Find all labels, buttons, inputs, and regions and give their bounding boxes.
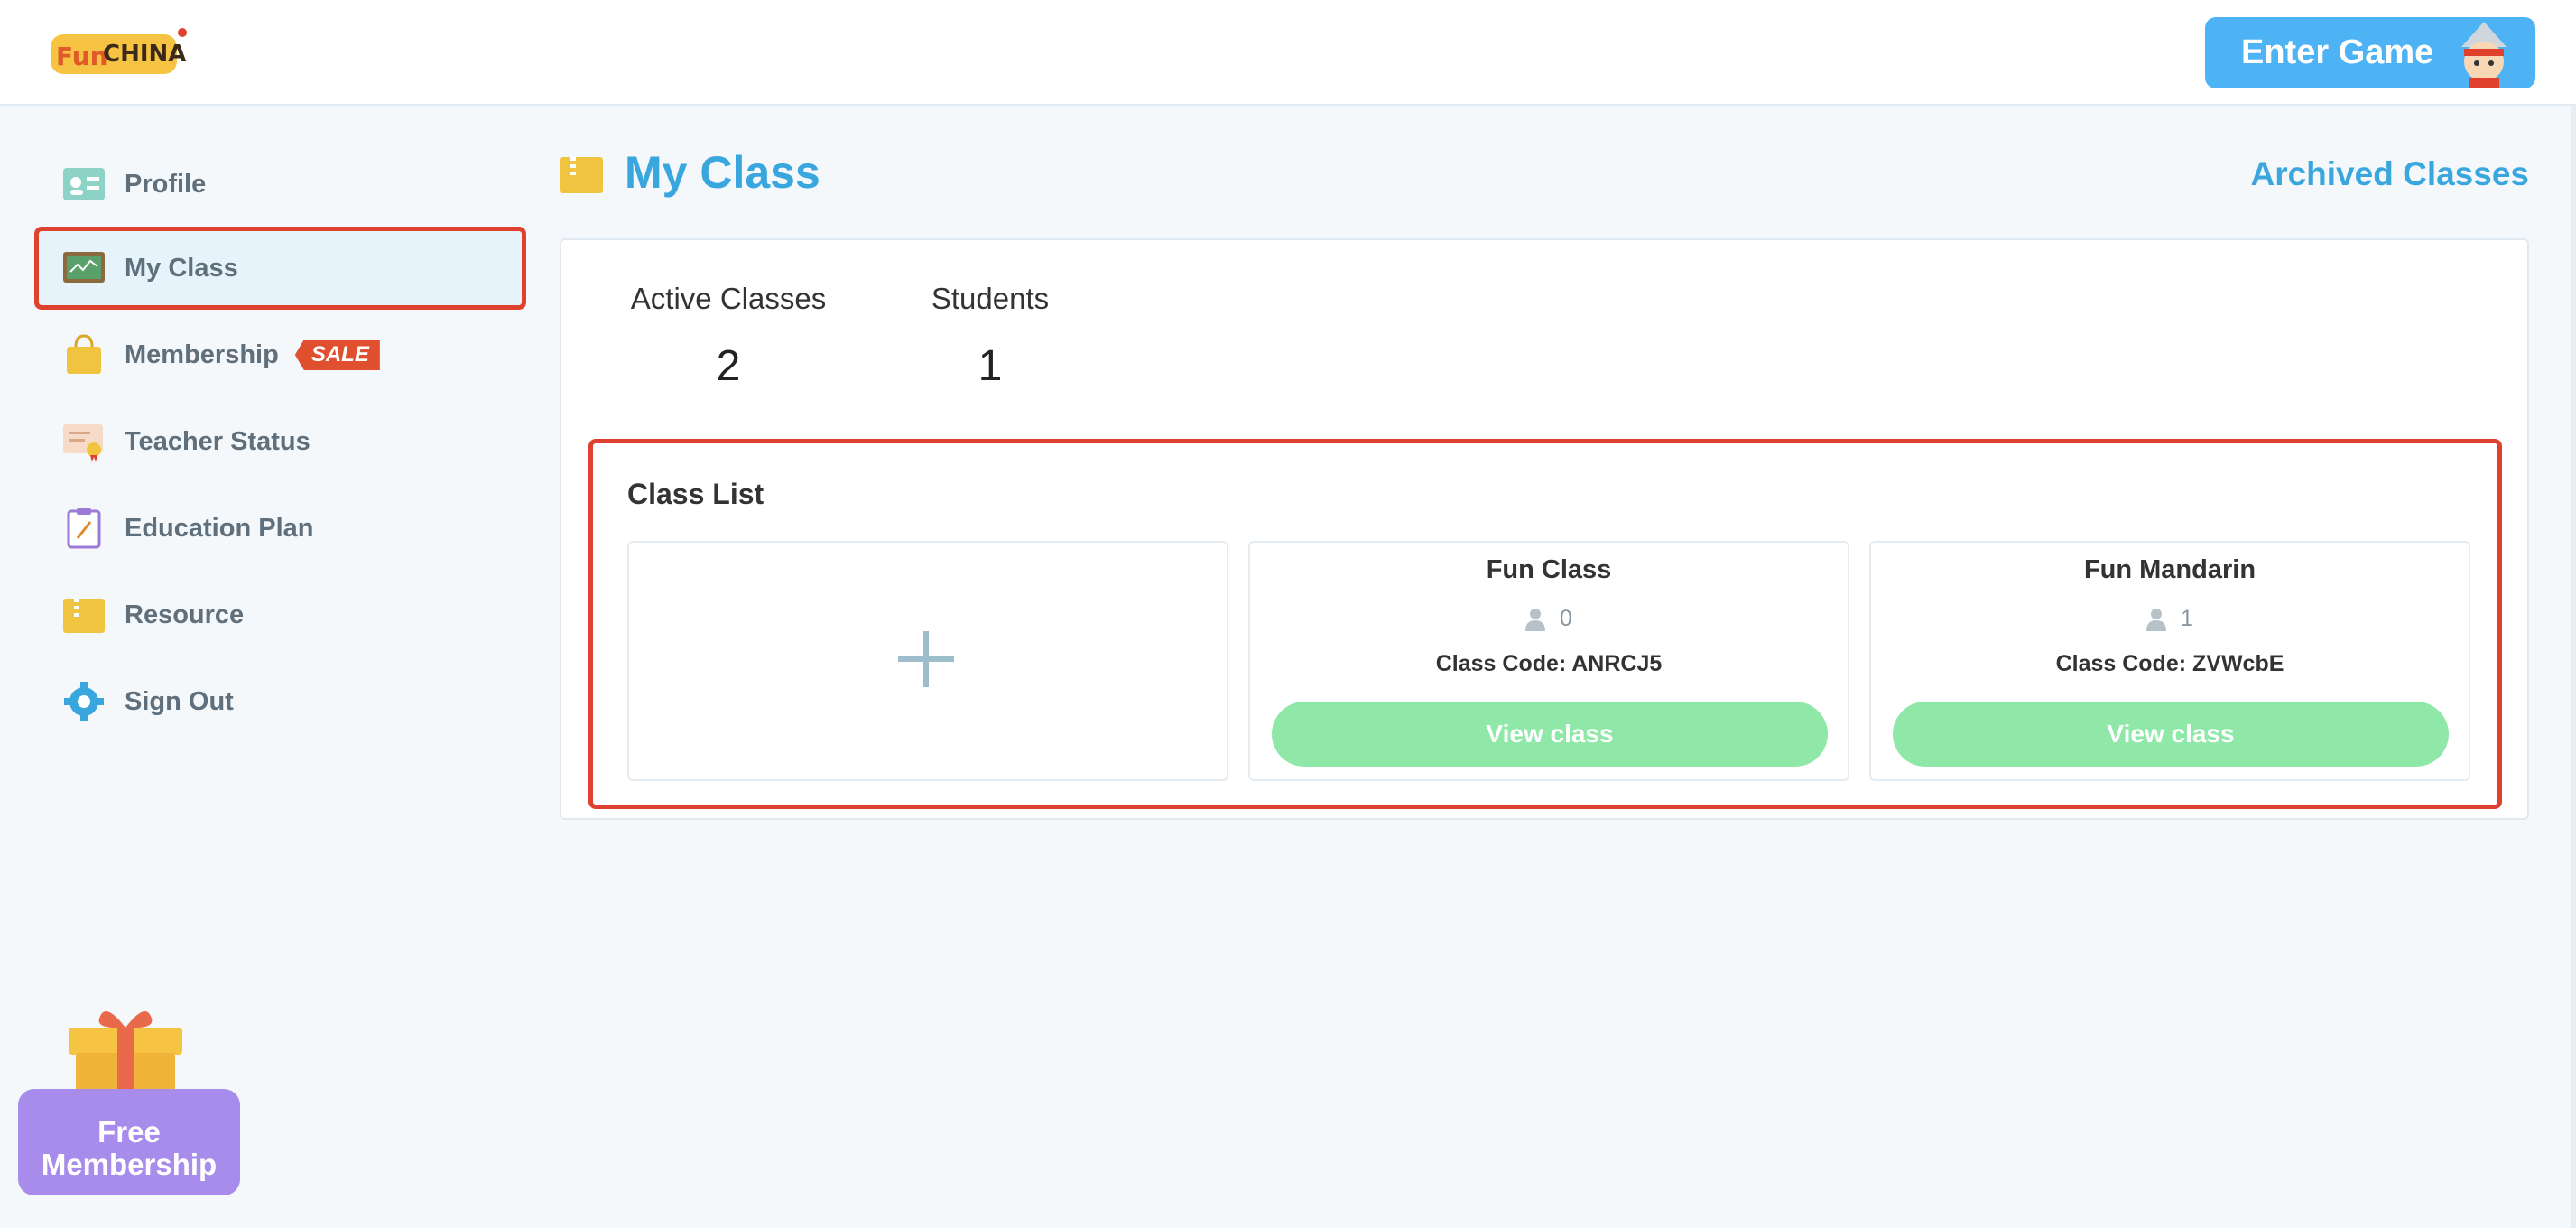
sidebar-item-resource[interactable]: Resource [34, 573, 526, 656]
enter-game-button[interactable]: Enter Game [2205, 17, 2535, 88]
page-title: My Class [625, 147, 820, 198]
sidebar-item-label: Resource [125, 600, 245, 629]
view-class-button[interactable]: View class [1272, 702, 1828, 767]
chalkboard-icon [61, 247, 107, 289]
free-membership-button[interactable]: Free Membership [18, 1089, 240, 1195]
sidebar-item-label: Sign Out [125, 686, 234, 716]
sidebar-item-label: Membership [125, 340, 279, 369]
folder-zip-icon [560, 155, 603, 193]
sidebar-item-membership[interactable]: Membership SALE [34, 313, 526, 396]
funchina-logo[interactable]: Fun CHINA [47, 25, 188, 83]
mascot-icon [2452, 22, 2516, 88]
svg-text:CHINA: CHINA [103, 41, 186, 68]
plus-icon [896, 629, 956, 689]
clipboard-icon [61, 507, 107, 549]
archived-classes-link[interactable]: Archived Classes [2250, 155, 2529, 193]
class-overview-panel: Active Classes 2 Students 1 Class List F… [560, 238, 2529, 820]
class-code: Class Code: ANRCJ5 [1435, 651, 1663, 676]
sidebar-item-education-plan[interactable]: Education Plan [34, 487, 526, 570]
sidebar-item-label: Profile [125, 169, 207, 199]
students-stat: Students 1 [922, 282, 1058, 391]
free-membership-line1: Free [97, 1115, 161, 1149]
class-list-section: Class List Fun Class 0 Class Code: ANRCJ… [588, 439, 2502, 809]
folder-zip-icon [61, 594, 107, 636]
view-class-button[interactable]: View class [1893, 702, 2449, 767]
class-card: Fun Mandarin 1 Class Code: ZVWcbE View c… [1869, 541, 2470, 781]
student-count: 0 [1560, 606, 1572, 631]
student-count-row: 1 [1871, 606, 2469, 632]
sidebar-item-label: My Class [125, 253, 238, 283]
sidebar-item-label: Teacher Status [125, 426, 310, 456]
profile-card-icon [61, 163, 107, 205]
sidebar-item-profile[interactable]: Profile [34, 143, 526, 226]
shopping-bag-icon [61, 334, 107, 376]
class-name: Fun Mandarin [2083, 555, 2256, 584]
page-title-row: My Class Archived Classes [560, 140, 2529, 203]
gear-icon [61, 681, 107, 722]
class-card: Fun Class 0 Class Code: ANRCJ5 View clas… [1248, 541, 1849, 781]
person-icon [2146, 608, 2167, 631]
class-list-title: Class List [627, 478, 764, 510]
sale-badge: SALE [294, 340, 380, 370]
active-classes-stat: Active Classes 2 [626, 282, 830, 391]
person-icon [1525, 608, 1546, 631]
enter-game-label: Enter Game [2241, 33, 2434, 71]
student-count-row: 0 [1250, 606, 1848, 632]
students-value: 1 [978, 342, 1003, 390]
students-label: Students [931, 282, 1050, 315]
sidebar-item-teacher-status[interactable]: Teacher Status [34, 400, 526, 483]
page-scrollbar[interactable] [2571, 106, 2576, 1228]
sidebar-item-my-class[interactable]: My Class [34, 227, 526, 310]
active-classes-value: 2 [716, 342, 741, 390]
free-membership-line2: Membership [41, 1148, 218, 1181]
svg-text:Fun: Fun [56, 42, 108, 71]
class-name: Fun Class [1486, 555, 1612, 584]
add-class-card[interactable] [627, 541, 1228, 781]
certificate-icon [61, 421, 107, 462]
active-classes-label: Active Classes [630, 282, 827, 315]
student-count: 1 [2181, 606, 2193, 631]
sidebar-item-label: Education Plan [125, 513, 314, 543]
sidebar-item-sign-out[interactable]: Sign Out [34, 660, 526, 743]
class-code: Class Code: ZVWcbE [2055, 651, 2284, 676]
top-header: Fun CHINA Enter Game [0, 0, 2576, 106]
